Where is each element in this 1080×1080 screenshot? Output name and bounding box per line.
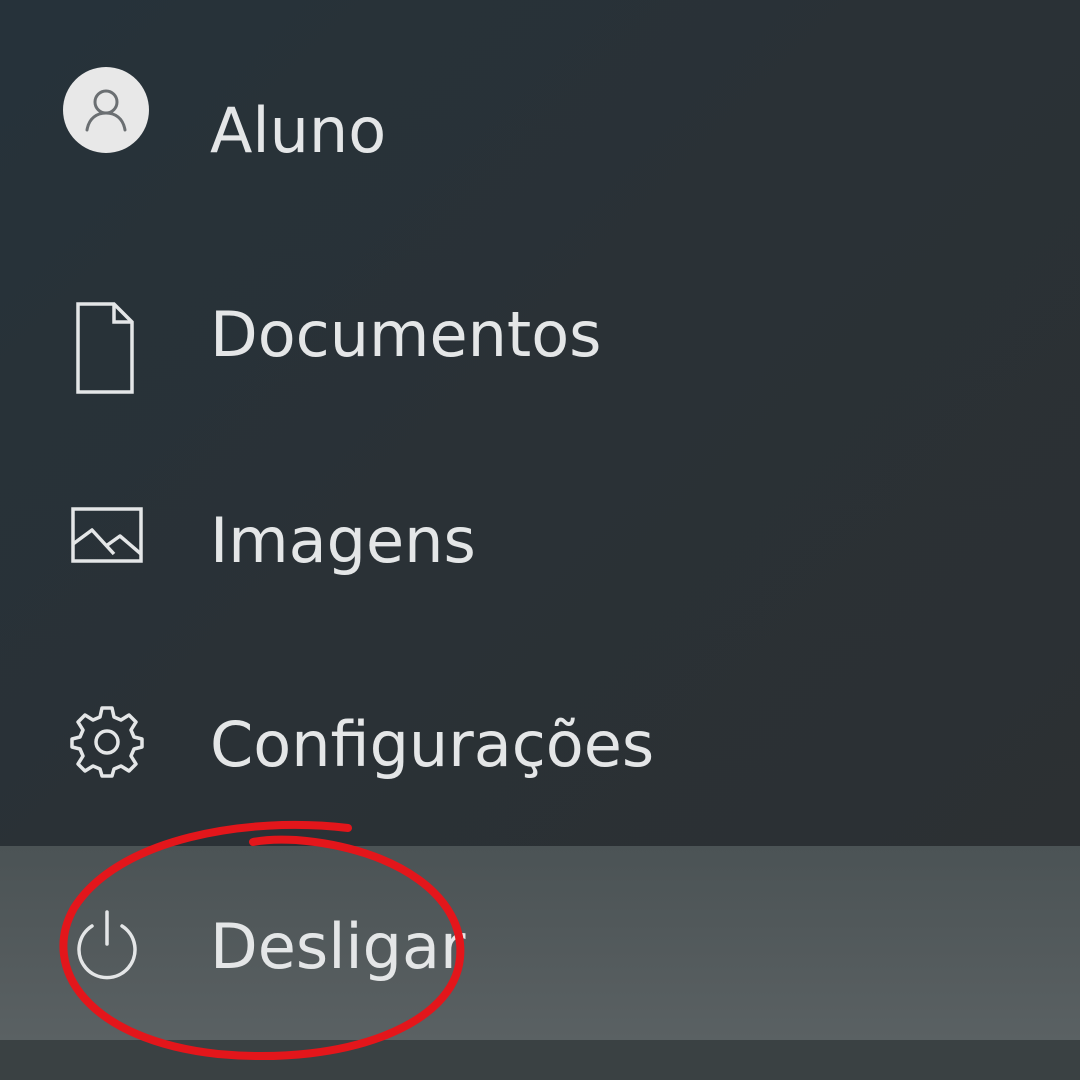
- menu-item-label: Configurações: [210, 708, 655, 781]
- menu-item-user-account[interactable]: Aluno: [0, 28, 1080, 228]
- menu-item-documents[interactable]: Documentos: [0, 230, 1080, 430]
- menu-item-settings[interactable]: Configurações: [0, 638, 1080, 838]
- gear-icon: [70, 706, 144, 778]
- menu-item-label: Documentos: [210, 298, 602, 371]
- start-menu-side-panel: Aluno Documentos Imagens Configurações D…: [0, 0, 1080, 1080]
- menu-item-label: Imagens: [210, 504, 476, 577]
- document-icon: [76, 302, 134, 394]
- image-icon: [71, 507, 143, 563]
- power-icon: [77, 910, 137, 980]
- menu-item-power[interactable]: Desligar: [0, 846, 1080, 1040]
- menu-item-label: Desligar: [210, 910, 466, 983]
- user-avatar-icon: [63, 67, 149, 153]
- menu-bottom-edge: [0, 1040, 1080, 1080]
- menu-item-images[interactable]: Imagens: [0, 434, 1080, 634]
- menu-item-label: Aluno: [210, 94, 387, 167]
